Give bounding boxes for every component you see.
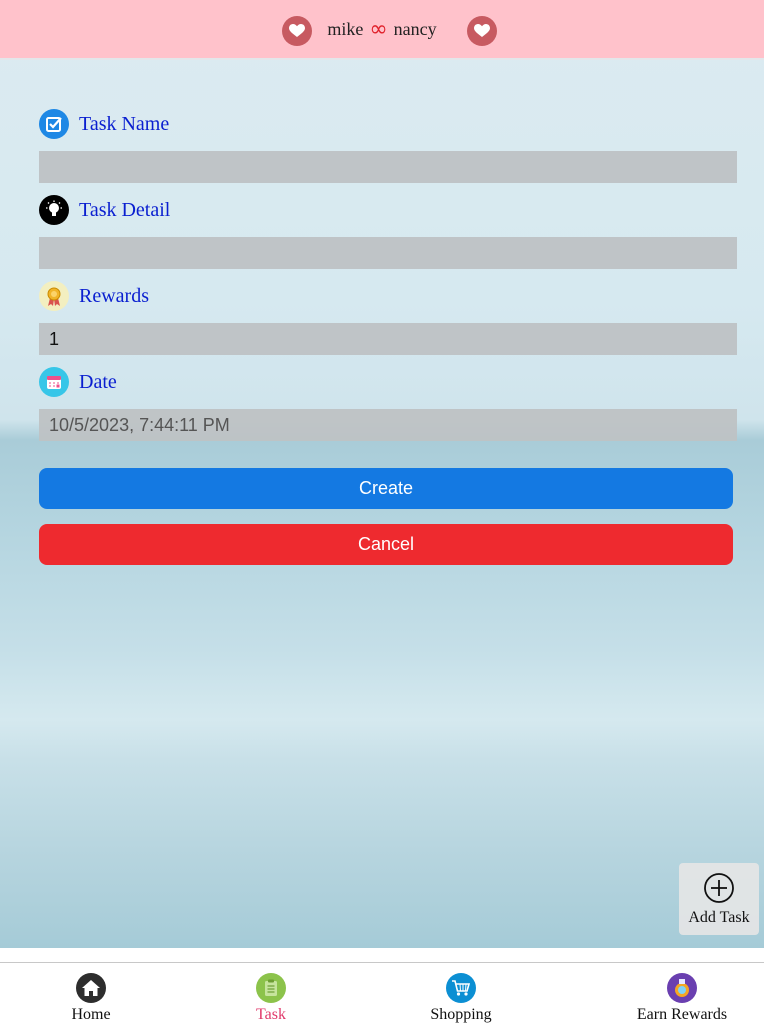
plus-circle-icon xyxy=(703,872,735,909)
nav-label-home: Home xyxy=(71,1006,111,1023)
medal-icon xyxy=(39,281,69,311)
infinity-icon: ∞ xyxy=(369,17,388,42)
add-task-button[interactable]: Add Task xyxy=(679,863,759,935)
cancel-button[interactable]: Cancel xyxy=(39,524,733,565)
calendar-icon xyxy=(39,367,69,397)
nav-label-earn-rewards: Earn Rewards xyxy=(636,1006,728,1023)
home-icon xyxy=(76,973,106,1003)
rewards-label-text: Rewards xyxy=(79,284,149,307)
nav-item-home[interactable]: Home xyxy=(61,973,121,1024)
create-button[interactable]: Create xyxy=(39,468,733,509)
nav-label-task: Task xyxy=(256,1006,286,1023)
cart-icon xyxy=(446,973,476,1003)
right-name: nancy xyxy=(393,19,437,39)
checkbox-icon xyxy=(39,109,69,139)
top-header: mike ∞ nancy xyxy=(0,0,764,60)
task-name-input[interactable] xyxy=(39,151,737,183)
date-label: Date xyxy=(39,367,117,397)
couple-title: mike ∞ nancy xyxy=(0,17,764,42)
task-detail-label-text: Task Detail xyxy=(79,198,171,221)
nav-item-task[interactable]: Task xyxy=(241,973,301,1024)
task-detail-label: Task Detail xyxy=(39,195,170,225)
rewards-input[interactable] xyxy=(39,323,737,355)
heart-icon xyxy=(467,16,497,46)
task-detail-input[interactable] xyxy=(39,237,737,269)
task-name-label-text: Task Name xyxy=(79,112,170,135)
bottom-nav: Home Task Shopping Earn Rewards xyxy=(0,962,764,1033)
left-name: mike xyxy=(327,19,364,39)
nav-item-shopping[interactable]: Shopping xyxy=(421,973,501,1024)
date-label-text: Date xyxy=(79,370,117,393)
lightbulb-icon xyxy=(39,195,69,225)
nav-item-earn-rewards[interactable]: Earn Rewards xyxy=(632,973,732,1024)
add-task-label: Add Task xyxy=(688,908,750,926)
task-name-label: Task Name xyxy=(39,109,169,139)
clipboard-icon xyxy=(256,973,286,1003)
nav-label-shopping: Shopping xyxy=(430,1006,492,1023)
divider xyxy=(0,948,764,962)
reward-badge-icon xyxy=(667,973,697,1003)
date-input[interactable] xyxy=(39,409,737,441)
rewards-label: Rewards xyxy=(39,281,149,311)
